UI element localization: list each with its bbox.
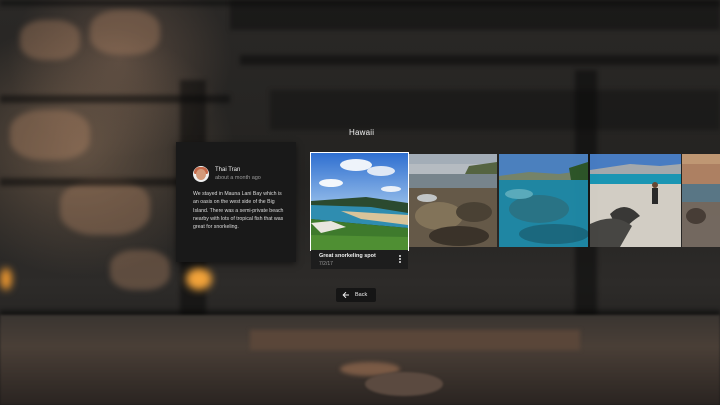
photo-caption: Great snorkeling spot 7/2/17: [311, 250, 408, 269]
photo-thumbnail[interactable]: [499, 154, 588, 247]
back-button-label: Back: [355, 292, 368, 298]
comment-author: Thai Tran: [215, 167, 241, 173]
comment-text: We stayed in Mauna Lani Bay which is an …: [193, 191, 284, 231]
album-title: Hawaii: [349, 128, 375, 137]
photo-thumbnail-selected[interactable]: [310, 152, 409, 251]
photo-thumbnail[interactable]: [590, 154, 681, 247]
comment-card: Thai Tran about a month ago We stayed in…: [176, 142, 296, 262]
back-button[interactable]: Back: [336, 288, 376, 302]
more-vert-icon[interactable]: [398, 255, 402, 265]
photo-thumbnail[interactable]: [409, 154, 497, 247]
user-avatar: [193, 166, 209, 182]
photo-thumbnail[interactable]: [682, 154, 720, 247]
photo-title: Great snorkeling spot: [319, 253, 376, 259]
comment-timestamp: about a month ago: [215, 175, 261, 181]
arrow-left-icon: [342, 291, 349, 299]
photo-date: 7/2/17: [319, 261, 333, 267]
